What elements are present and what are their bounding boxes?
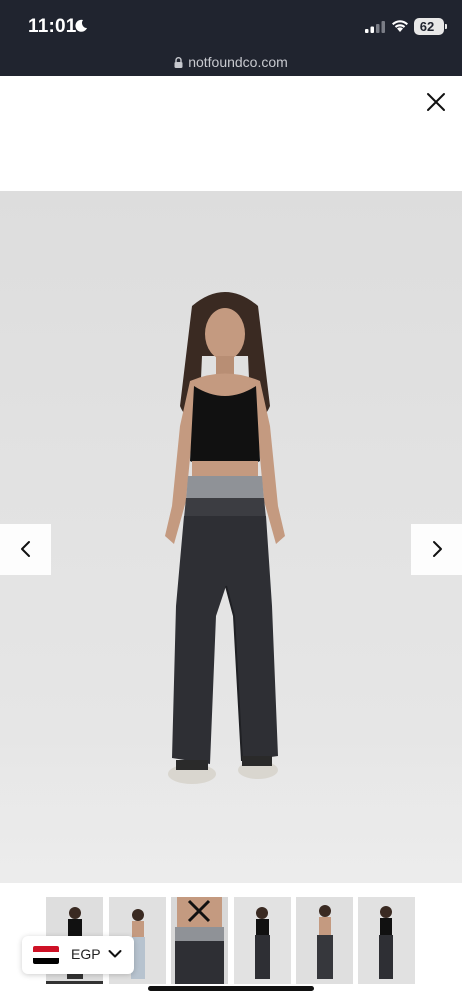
wifi-icon (392, 20, 408, 32)
battery-indicator: 62 (414, 18, 447, 35)
thumbnail-image (171, 897, 228, 984)
status-bar: 11:01 62 (0, 0, 462, 52)
product-image-modal: 11:01 62 notfoundco.com EGP (0, 0, 462, 1000)
battery-tip (445, 24, 447, 29)
thumbnail-6[interactable] (358, 897, 415, 984)
battery-level: 62 (419, 19, 435, 34)
chevron-left-icon (21, 541, 30, 557)
currency-code: EGP (71, 946, 101, 962)
chevron-down-icon (108, 950, 122, 958)
home-indicator (148, 986, 314, 991)
thumbnail-3[interactable] (171, 897, 228, 984)
lock-icon (174, 57, 183, 68)
moon-icon (75, 19, 87, 32)
browser-address-bar[interactable]: notfoundco.com (0, 52, 462, 76)
previous-image-button[interactable] (0, 524, 51, 575)
url-display: notfoundco.com (0, 54, 462, 70)
thumbnail-5[interactable] (296, 897, 353, 984)
signal-icon (365, 21, 385, 33)
thumbnail-4[interactable] (234, 897, 291, 984)
chevron-right-icon (433, 541, 442, 557)
status-time: 11:01 (28, 16, 77, 37)
thumbnail-image (358, 897, 415, 984)
thumbnail-image (296, 897, 353, 984)
currency-selector[interactable]: EGP (22, 936, 134, 974)
url-text: notfoundco.com (188, 54, 288, 70)
egypt-flag-icon (33, 946, 59, 964)
close-icon[interactable] (424, 90, 448, 114)
product-main-image[interactable] (0, 191, 462, 883)
model-photo (165, 292, 285, 784)
modal-header (0, 76, 462, 191)
thumbnail-image (234, 897, 291, 984)
next-image-button[interactable] (411, 524, 462, 575)
